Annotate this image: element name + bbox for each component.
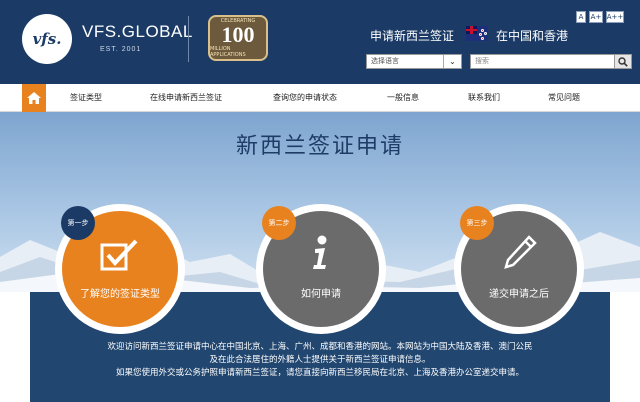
step-3-label: 递交申请之后 (489, 289, 549, 300)
font-size-large-button[interactable]: A++ (606, 11, 624, 23)
nav-item-apply-online[interactable]: 在线申请新西兰签证 (150, 92, 222, 103)
site-header: vfs. VFS.GLOBAL EST. 2001 CELEBRATING 10… (0, 0, 640, 84)
brand-name: VFS.GLOBAL (82, 22, 193, 41)
search-input[interactable]: 搜索 (470, 54, 616, 69)
header-divider (188, 16, 189, 62)
main-nav: 签证类型 在线申请新西兰签证 查询您的申请状态 一般信息 联系我们 常见问题 (0, 84, 640, 112)
hero-title: 新西兰签证申请 (235, 134, 404, 159)
anniversary-badge: CELEBRATING 100 MILLION APPLICATIONS (208, 15, 268, 61)
search-icon (618, 56, 628, 67)
header-region: 在中国和香港 (496, 29, 569, 43)
nz-flag-icon (466, 26, 488, 41)
home-button[interactable] (22, 84, 46, 112)
nav-item-track-status[interactable]: 查询您的申请状态 (273, 92, 337, 103)
badge-sub-text: MILLION APPLICATIONS (210, 46, 246, 58)
nav-item-faq[interactable]: 常见问题 (548, 92, 580, 103)
step-1-badge: 第一步 (61, 206, 95, 240)
badge-number: 100 (221, 22, 255, 47)
home-icon (27, 92, 41, 104)
nav-item-visa-types[interactable]: 签证类型 (70, 92, 102, 103)
font-size-small-button[interactable]: A (576, 11, 586, 23)
chevron-down-icon: ⌄ (443, 55, 461, 68)
vfs-logo[interactable]: vfs. (22, 14, 72, 64)
welcome-text-line-2: 及在此合法居住的外籍人士提供关于新西兰签证申请信息。 (209, 355, 431, 365)
header-title: 申请新西兰签证 (370, 29, 455, 43)
step-2-badge: 第二步 (262, 206, 296, 240)
language-select[interactable]: 选择语言 ⌄ (366, 54, 462, 69)
welcome-text-line-3: 如果您使用外交或公务护照申请新西兰签证，请您直接向新西兰移民局在北京、上海及香港… (115, 368, 524, 378)
pen-icon (504, 235, 537, 269)
checkbox-icon (100, 239, 138, 271)
logo-text: vfs. (32, 30, 62, 48)
brand-est: EST. 2001 (100, 46, 142, 53)
step-1-label: 了解您的签证类型 (80, 289, 160, 300)
language-select-value: 选择语言 (371, 57, 399, 65)
info-icon (313, 235, 327, 269)
nav-item-general-info[interactable]: 一般信息 (387, 92, 419, 103)
step-3-badge: 第三步 (460, 206, 494, 240)
step-2-label: 如何申请 (301, 289, 341, 300)
welcome-text-line-1: 欢迎访问新西兰签证申请中心在中国北京、上海、广州、成都和香港的网站。本网站为中国… (107, 342, 533, 352)
vfs-nz-visa-page: vfs. VFS.GLOBAL EST. 2001 CELEBRATING 10… (0, 0, 640, 402)
font-size-medium-button[interactable]: A+ (589, 11, 603, 23)
search-button[interactable] (614, 54, 632, 69)
nav-item-contact-us[interactable]: 联系我们 (468, 92, 500, 103)
